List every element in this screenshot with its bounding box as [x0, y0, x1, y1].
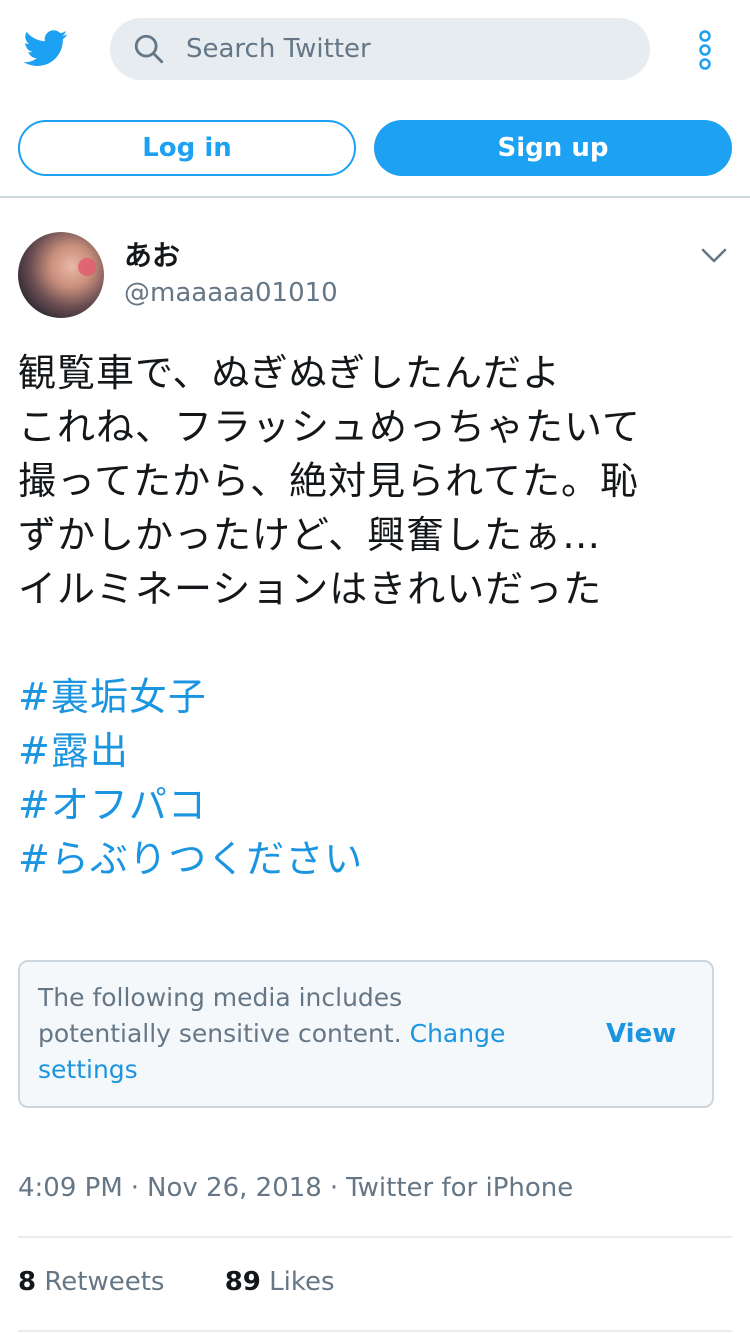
tweet-text: 観覧車で、ぬぎぬぎしたんだよ これね、フラッシュめっちゃたいて 撮ってたから、絶…: [18, 351, 641, 611]
sensitive-media-notice: The following media includes potentially…: [18, 960, 714, 1108]
avatar[interactable]: [18, 232, 104, 318]
login-button[interactable]: Log in: [18, 120, 356, 176]
search-input[interactable]: Search Twitter: [186, 33, 371, 65]
more-vertical-icon[interactable]: [690, 28, 720, 72]
author-handle[interactable]: @maaaaa01010: [124, 277, 338, 309]
hashtag-link[interactable]: #オフパコ: [18, 778, 730, 832]
hashtag-link[interactable]: #裏垢女子: [18, 670, 730, 724]
author-name[interactable]: あお: [124, 238, 180, 274]
hashtag-link[interactable]: #露出: [18, 724, 730, 778]
top-bar: Search Twitter: [0, 0, 750, 98]
likes-label: Likes: [269, 1267, 335, 1297]
chevron-down-icon[interactable]: [700, 246, 728, 266]
tweet-stats: 8 Retweets 89 Likes: [18, 1264, 335, 1300]
stats-divider: [18, 1236, 732, 1238]
likes-count: 89: [224, 1267, 261, 1297]
search-bar[interactable]: Search Twitter: [110, 18, 650, 80]
signup-button[interactable]: Sign up: [374, 120, 732, 176]
tweet-source: Twitter for iPhone: [346, 1173, 574, 1203]
sensitive-message: The following media includes potentially…: [38, 980, 518, 1088]
likes-stat[interactable]: 89 Likes: [225, 1267, 335, 1297]
hashtag-list: #裏垢女子 #露出 #オフパコ #らぶりつください: [18, 670, 730, 886]
view-button[interactable]: View: [606, 1016, 676, 1052]
header-divider: [0, 196, 750, 198]
hashtag-link[interactable]: #らぶりつください: [18, 832, 730, 886]
auth-buttons: Log in Sign up: [0, 120, 750, 178]
sensitive-message-text: The following media includes potentially…: [38, 983, 403, 1048]
avatar-detail: [78, 258, 96, 276]
tweet-time[interactable]: 4:09 PM: [18, 1173, 123, 1203]
search-icon: [134, 34, 164, 64]
separator: ·: [130, 1173, 140, 1203]
retweets-stat[interactable]: 8 Retweets: [18, 1267, 164, 1297]
tweet-date[interactable]: Nov 26, 2018: [147, 1173, 322, 1203]
retweets-label: Retweets: [44, 1267, 165, 1297]
tweet-meta: 4:09 PM · Nov 26, 2018 · Twitter for iPhone: [18, 1170, 573, 1206]
twitter-bird-icon[interactable]: [22, 26, 70, 70]
bottom-divider: [18, 1330, 732, 1332]
separator: ·: [329, 1173, 339, 1203]
retweets-count: 8: [18, 1267, 37, 1297]
